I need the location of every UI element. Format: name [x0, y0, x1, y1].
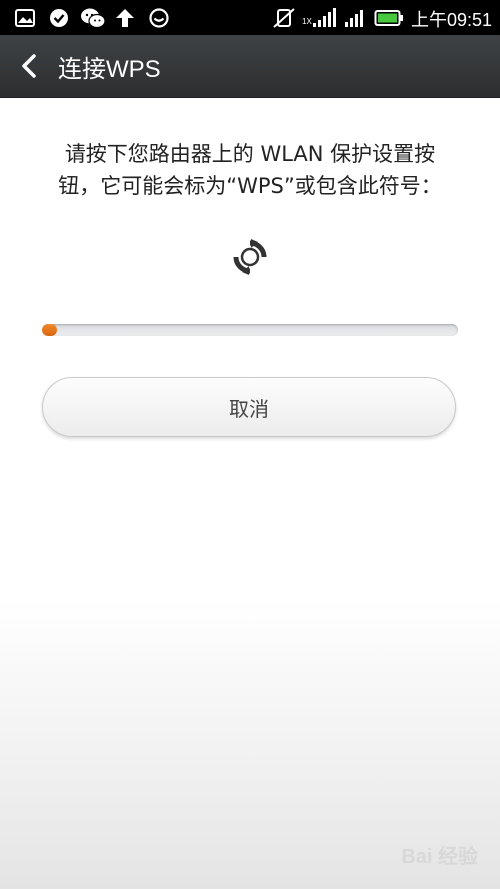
- instruction-line-2: 钮，它可能会标为“WPS”或包含此符号：: [58, 174, 442, 198]
- image-icon: [15, 9, 35, 27]
- vibrate-muted-icon: [273, 8, 295, 28]
- progress-fill: [42, 324, 57, 336]
- sync-circle-icon: [149, 8, 169, 28]
- instruction-message: 请按下您路由器上的 WLAN 保护设置按 钮，它可能会标为“WPS”或包含此符号…: [40, 138, 460, 202]
- battery-charging-icon: [374, 10, 403, 26]
- watermark: Bai 经验: [401, 846, 478, 868]
- signal-type-label: 1X: [302, 17, 312, 26]
- check-icon: [50, 9, 68, 27]
- wechat-icon: [81, 8, 106, 29]
- instruction-line-1: 请按下您路由器上的 WLAN 保护设置按: [64, 142, 436, 166]
- status-time: 上午09:51: [410, 10, 492, 30]
- cancel-button[interactable]: 取消: [42, 377, 456, 437]
- page-title: 连接WPS: [58, 56, 161, 83]
- chevron-left-icon: [22, 54, 36, 78]
- title-bar: 连接WPS: [0, 35, 500, 98]
- status-bar: 1X 上午09:51: [0, 0, 500, 35]
- back-button[interactable]: [14, 47, 50, 85]
- wps-refresh-icon: [233, 239, 267, 275]
- upload-arrow-icon: [116, 9, 134, 27]
- signal-icon: [313, 8, 336, 27]
- signal-bars-icon: [345, 10, 363, 27]
- wps-progress-bar: [42, 324, 458, 336]
